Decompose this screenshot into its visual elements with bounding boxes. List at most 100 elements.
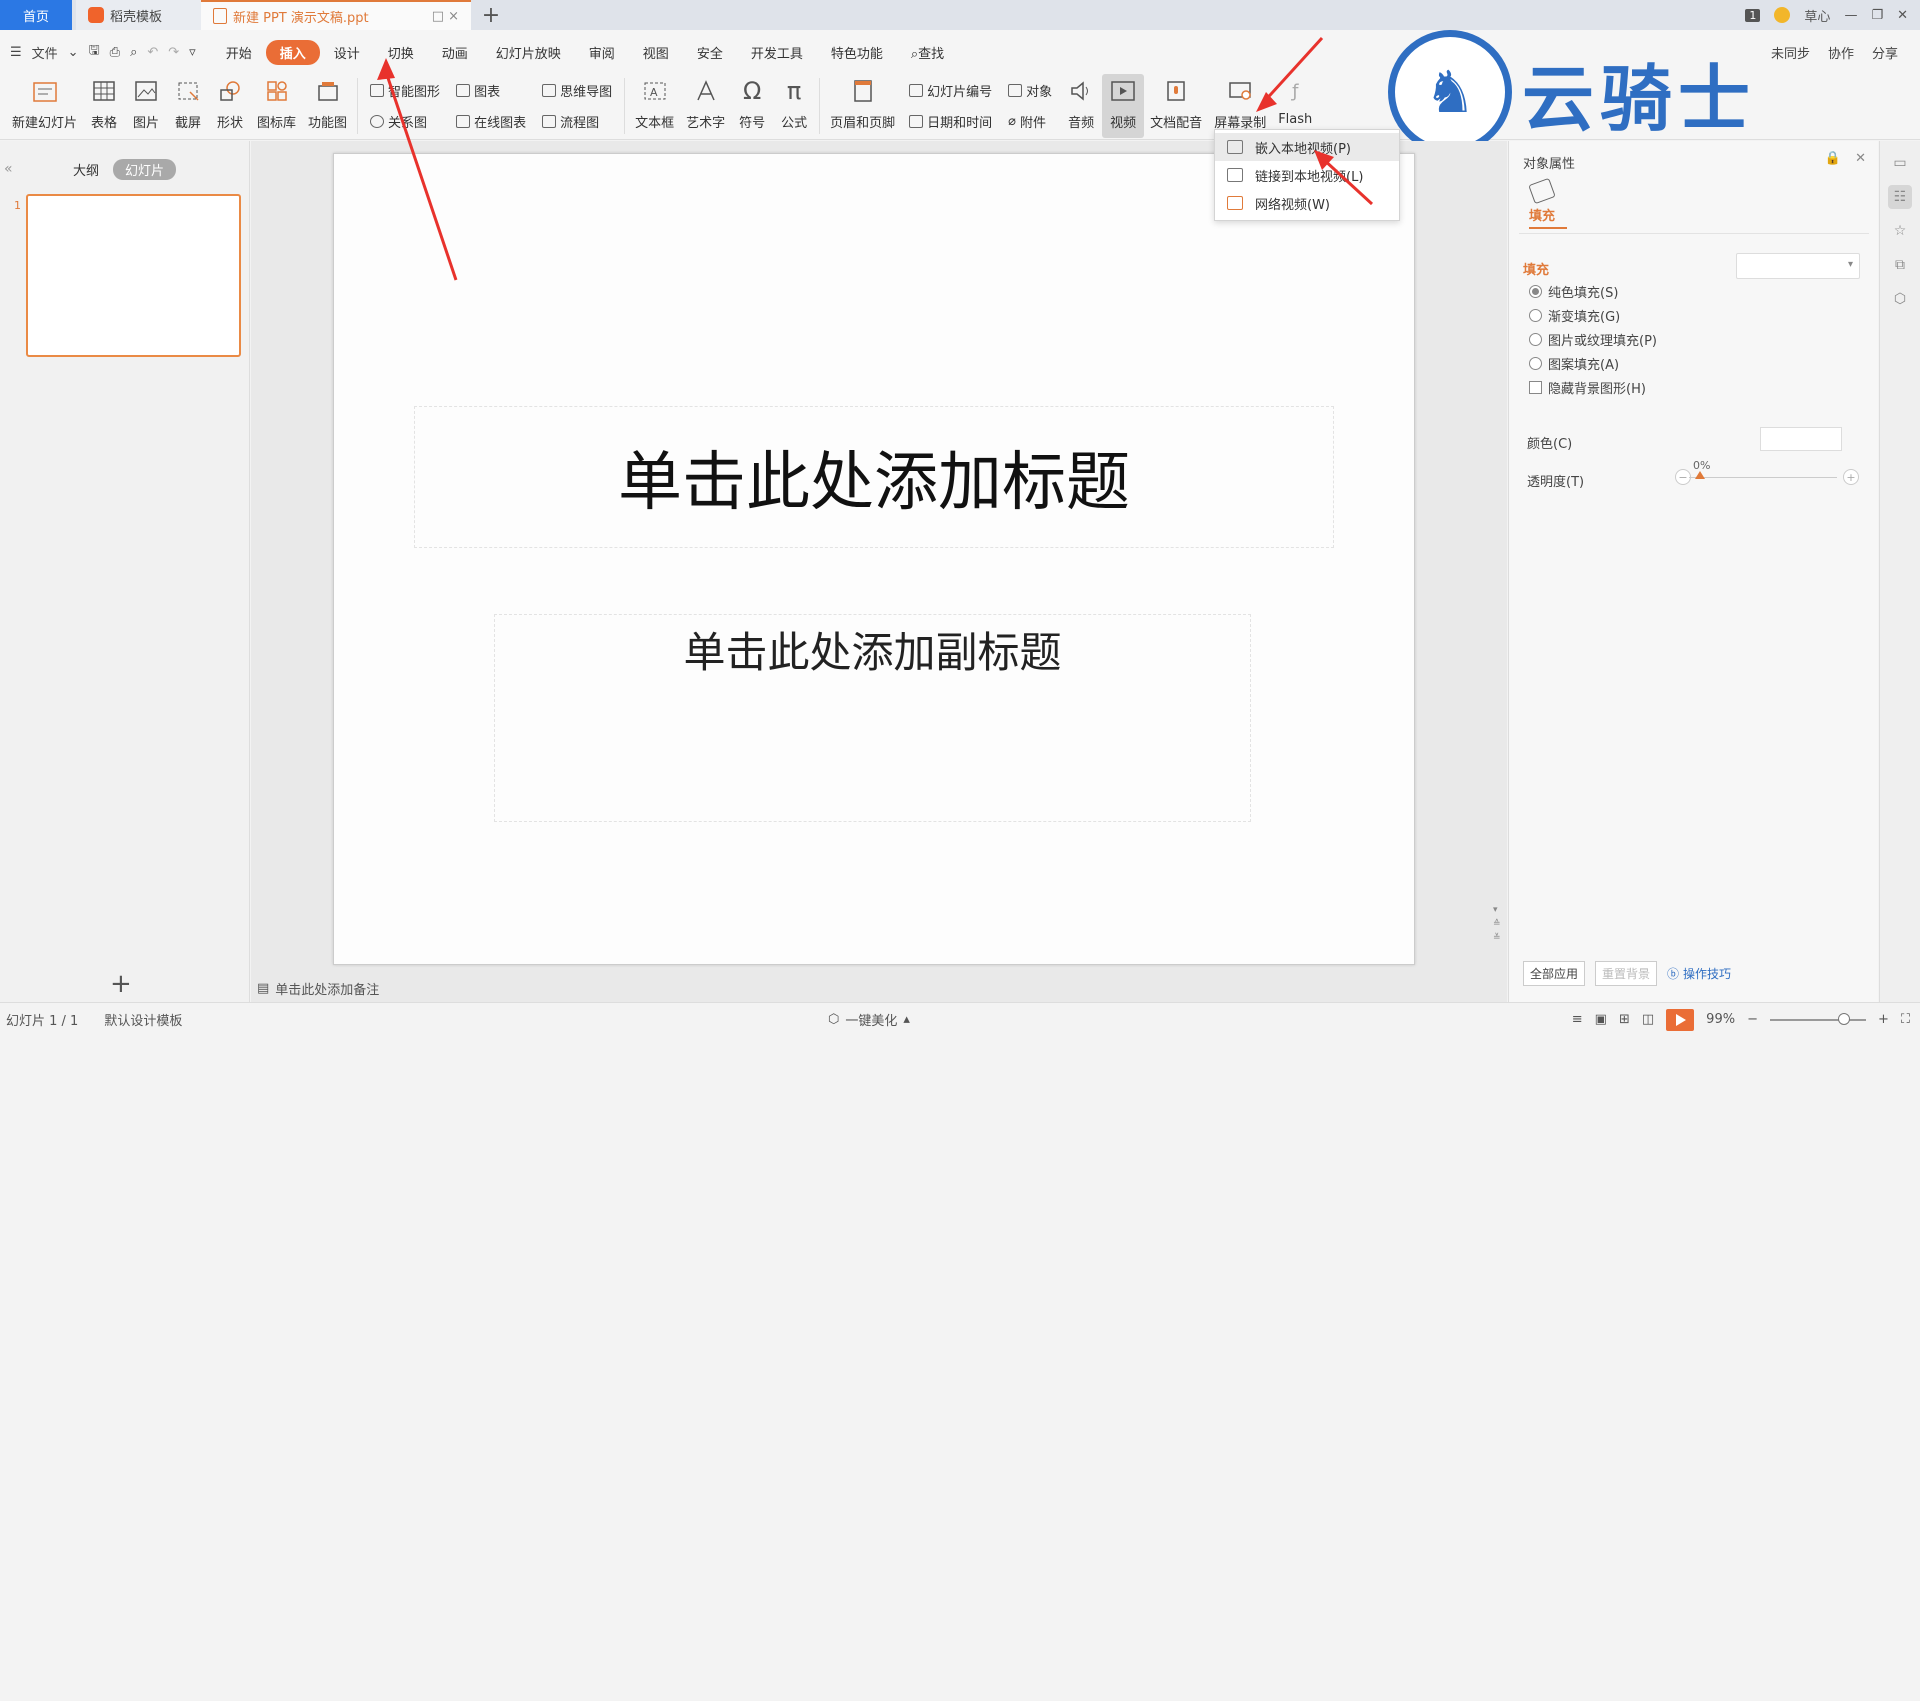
fit-window-icon[interactable]: ⛶	[1901, 1012, 1910, 1027]
symbol-button[interactable]: Ω 符号	[731, 74, 773, 138]
tab-view[interactable]: 视图	[629, 40, 683, 65]
user-name[interactable]: 草心	[1804, 6, 1830, 25]
title-placeholder[interactable]: 单击此处添加标题	[414, 406, 1334, 548]
smart-shape-button[interactable]: 智能图形	[370, 81, 440, 100]
tab-search[interactable]: ⌕查找	[897, 40, 958, 65]
play-slideshow-icon[interactable]	[1666, 1008, 1695, 1031]
redo-icon[interactable]: ↷	[168, 45, 179, 60]
tab-slideshow[interactable]: 幻灯片放映	[482, 40, 575, 65]
share-button[interactable]: 分享	[1872, 43, 1898, 62]
screenshot-button[interactable]: 截屏	[167, 74, 209, 138]
template-name[interactable]: 默认设计模板	[104, 1010, 182, 1029]
panel-title[interactable]: 对象属性	[1523, 153, 1575, 172]
picture-fill-option[interactable]: 图片或纹理填充(P)	[1529, 331, 1657, 349]
lock-icon[interactable]: 🔒	[1825, 151, 1841, 166]
preview-icon[interactable]: ⌕	[130, 45, 137, 60]
tab-developer[interactable]: 开发工具	[737, 40, 817, 65]
tips-link[interactable]: ⓑ 操作技巧	[1667, 965, 1731, 982]
transparency-slider[interactable]	[1689, 471, 1837, 479]
zoom-slider[interactable]	[1769, 1012, 1866, 1025]
online-video-item[interactable]: 网络视频(W)	[1215, 189, 1399, 217]
online-chart-button[interactable]: 在线图表	[456, 112, 526, 131]
solid-fill-option[interactable]: 纯色填充(S)	[1529, 283, 1657, 301]
audio-button[interactable]: 音频	[1060, 74, 1102, 138]
chevron-down-icon[interactable]: ⌄	[68, 45, 79, 60]
notes-area[interactable]: ▤ 单击此处添加备注	[257, 979, 379, 998]
tab-rice-template[interactable]: 稻壳模板	[76, 0, 201, 30]
link-local-video-item[interactable]: 链接到本地视频(L)	[1215, 161, 1399, 189]
shape-button[interactable]: 形状	[209, 74, 251, 138]
zoom-in-button[interactable]: +	[1878, 1012, 1889, 1027]
properties-icon[interactable]: ☷	[1888, 185, 1912, 209]
tab-start[interactable]: 开始	[212, 40, 266, 65]
close-panel-icon[interactable]: ✕	[1855, 151, 1866, 166]
tab-design[interactable]: 设计	[320, 40, 374, 65]
collapse-rail-icon[interactable]: ▭	[1888, 151, 1912, 175]
slide-number-button[interactable]: 幻灯片编号	[909, 81, 992, 100]
reset-background-button[interactable]: 重置背景	[1595, 961, 1658, 986]
file-menu[interactable]: 文件	[32, 43, 58, 62]
reading-view-icon[interactable]: ◫	[1642, 1012, 1654, 1027]
minimize-button[interactable]: —	[1844, 8, 1857, 23]
beautify-button[interactable]: ⬡ 一键美化 ▴	[828, 1010, 910, 1029]
transparency-plus-button[interactable]: +	[1843, 469, 1859, 485]
tab-document[interactable]: 新建 PPT 演示文稿.ppt □ ×	[201, 0, 471, 30]
sorter-view-icon[interactable]: ⊞	[1619, 1012, 1630, 1027]
pattern-fill-option[interactable]: 图案填充(A)	[1529, 355, 1657, 373]
prev-slide-icon[interactable]: ≙	[1493, 919, 1503, 929]
embed-local-video-item[interactable]: 嵌入本地视频(P)	[1215, 133, 1399, 161]
color-picker[interactable]	[1760, 427, 1842, 451]
doc-voice-button[interactable]: 文档配音	[1144, 74, 1208, 138]
fill-section-title[interactable]: 填充	[1523, 259, 1549, 278]
zoom-level[interactable]: 99%	[1706, 1012, 1735, 1027]
flowchart-button[interactable]: 流程图	[542, 112, 612, 131]
slider-knob[interactable]	[1695, 471, 1705, 479]
hamburger-icon[interactable]: ☰	[10, 45, 22, 60]
tab-insert[interactable]: 插入	[265, 39, 320, 65]
tab-home[interactable]: 首页	[0, 0, 72, 30]
gradient-fill-option[interactable]: 渐变填充(G)	[1529, 307, 1657, 325]
tab-security[interactable]: 安全	[683, 40, 737, 65]
object-button[interactable]: 对象	[1008, 81, 1052, 100]
tab-document-controls[interactable]: □ ×	[432, 9, 459, 24]
chart-button[interactable]: 图表	[456, 81, 526, 100]
next-slide-icon[interactable]: ≚	[1493, 933, 1503, 943]
zoom-knob[interactable]	[1837, 1012, 1850, 1025]
textbox-button[interactable]: A 文本框	[629, 74, 680, 138]
transition-icon[interactable]: ⧉	[1888, 253, 1912, 277]
slide-thumbnail[interactable]	[26, 194, 241, 357]
user-avatar-icon[interactable]	[1774, 7, 1791, 23]
header-footer-button[interactable]: 页眉和页脚	[824, 74, 901, 138]
collaborate-button[interactable]: 协作	[1828, 43, 1854, 62]
scroll-down-icon[interactable]: ▾	[1493, 905, 1503, 915]
formula-button[interactable]: π 公式	[773, 74, 815, 138]
subtitle-placeholder[interactable]: 单击此处添加副标题	[494, 614, 1251, 822]
print-icon[interactable]: ⎙	[110, 45, 120, 60]
wordart-button[interactable]: 艺术字	[680, 74, 731, 138]
video-button[interactable]: 视频	[1102, 74, 1145, 138]
apply-all-button[interactable]: 全部应用	[1523, 961, 1586, 986]
new-slide-button[interactable]: 新建幻灯片	[6, 74, 83, 138]
zoom-out-button[interactable]: −	[1747, 1012, 1758, 1027]
picture-button[interactable]: 图片	[125, 74, 167, 138]
table-button[interactable]: 表格	[83, 74, 125, 138]
normal-view-icon[interactable]: ▣	[1595, 1012, 1607, 1027]
tab-review[interactable]: 审阅	[575, 40, 629, 65]
datetime-button[interactable]: 日期和时间	[909, 112, 992, 131]
add-slide-button[interactable]: +	[110, 969, 132, 999]
mindmap-button[interactable]: 思维导图	[542, 81, 612, 100]
hide-background-checkbox[interactable]: 隐藏背景图形(H)	[1529, 379, 1657, 397]
animation-icon[interactable]: ☆	[1888, 219, 1912, 243]
icon-library-button[interactable]: 图标库	[251, 74, 302, 138]
collapse-panel-icon[interactable]: «	[4, 161, 13, 177]
undo-icon[interactable]: ↶	[147, 45, 158, 60]
cube-icon[interactable]: ⬡	[1888, 287, 1912, 311]
tab-animation[interactable]: 动画	[428, 40, 482, 65]
relation-button[interactable]: 关系图	[370, 112, 440, 131]
restore-button[interactable]: ❐	[1871, 8, 1883, 23]
save-icon[interactable]: 🖫	[89, 41, 100, 63]
window-count-badge[interactable]: 1	[1745, 8, 1761, 22]
close-button[interactable]: ✕	[1897, 8, 1908, 23]
new-tab-button[interactable]: +	[471, 0, 511, 30]
fill-tab[interactable]: 填充	[1528, 177, 1556, 224]
